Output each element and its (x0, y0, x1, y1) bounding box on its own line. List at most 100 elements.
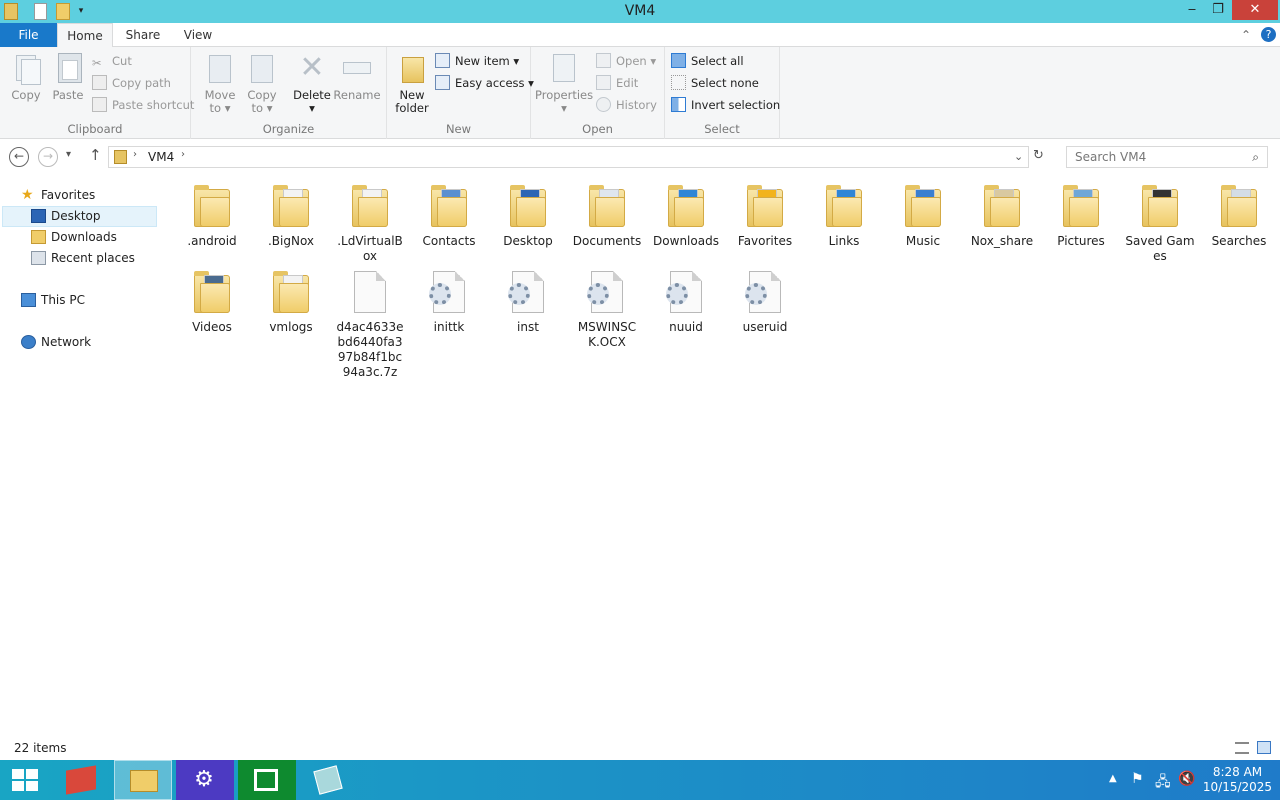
folder-item[interactable]: .android (173, 183, 251, 249)
action-center-flag-icon[interactable]: ⚑ (1131, 771, 1144, 787)
new-folder-button[interactable]: New folder (391, 51, 433, 115)
search-icon[interactable]: ⌕ (1252, 147, 1259, 167)
folder-item[interactable]: Links (805, 183, 883, 249)
select-none-button[interactable]: Select none (671, 73, 759, 93)
select-none-label: Select none (691, 76, 759, 90)
address-dropdown-icon[interactable]: ⌄ (1014, 150, 1023, 163)
nav-item-recent-places[interactable]: Recent places (31, 248, 135, 268)
folder-item[interactable]: vmlogs (252, 269, 330, 335)
folder-item[interactable]: Music (884, 183, 962, 249)
rename-button[interactable]: Rename (333, 51, 381, 102)
file-item[interactable]: d4ac4633ebd6440fa397b84f1bc94a3c.7z (331, 269, 409, 380)
copy-to-button[interactable]: Copy to ▾ (241, 51, 283, 115)
easy-access-button[interactable]: Easy access ▾ (435, 73, 534, 93)
volume-muted-icon[interactable]: 🔇 (1178, 771, 1195, 787)
folder-icon (506, 183, 550, 231)
taskbar-app-tray[interactable] (52, 760, 110, 800)
folder-item[interactable]: Desktop (489, 183, 567, 249)
copy-button[interactable]: Copy (6, 51, 46, 102)
properties-button[interactable]: Properties ▾ (535, 51, 593, 115)
tab-share[interactable]: Share (118, 23, 168, 48)
folder-item[interactable]: .LdVirtualBox (331, 183, 409, 264)
file-item[interactable]: inst (489, 269, 567, 335)
folder-item[interactable]: Videos (173, 269, 251, 335)
folder-icon (585, 183, 629, 231)
new-item-label: New item (455, 54, 510, 68)
forward-button[interactable]: → (38, 147, 58, 167)
copy-path-button[interactable]: Copy path (92, 73, 171, 93)
recent-places-icon (31, 251, 46, 265)
tab-home[interactable]: Home (57, 23, 113, 48)
file-item[interactable]: MSWINSCK.OCX (568, 269, 646, 350)
close-button[interactable]: ✕ (1232, 0, 1278, 20)
move-to-label: Move (204, 88, 236, 102)
select-all-button[interactable]: Select all (671, 51, 744, 71)
nav-item-favorites[interactable]: ★ Favorites (21, 185, 95, 205)
nav-item-desktop[interactable]: Desktop (31, 206, 101, 226)
nav-item-downloads[interactable]: Downloads (31, 227, 117, 247)
collapse-ribbon-icon[interactable]: ⌃ (1238, 23, 1254, 48)
taskbar-store[interactable] (238, 760, 296, 800)
folder-item[interactable]: Searches (1200, 183, 1278, 249)
tab-file[interactable]: File (0, 23, 57, 47)
file-item[interactable]: inittk (410, 269, 488, 335)
select-all-icon (671, 53, 686, 68)
history-label: History (616, 98, 657, 112)
file-item[interactable]: useruid (726, 269, 804, 335)
tab-view[interactable]: View (175, 23, 221, 48)
nav-item-network[interactable]: Network (21, 332, 91, 352)
network-status-icon[interactable]: 🖧 (1155, 771, 1171, 795)
folder-item[interactable]: Documents (568, 183, 646, 249)
config-file-icon (743, 269, 787, 317)
history-button[interactable]: History (596, 95, 657, 115)
file-icon (348, 269, 392, 317)
item-label: Saved Games (1125, 234, 1195, 263)
item-count: 22 items (14, 741, 67, 755)
taskbar-file-explorer[interactable] (114, 760, 172, 800)
paste-button[interactable]: Paste (48, 51, 88, 102)
back-button[interactable]: ← (9, 147, 29, 167)
breadcrumb-separator-icon[interactable]: › (133, 149, 137, 160)
clock[interactable]: 8:28 AM 10/15/2025 (1200, 765, 1275, 795)
paste-shortcut-button[interactable]: Paste shortcut (92, 95, 194, 115)
taskbar-notepad[interactable] (300, 760, 358, 800)
help-icon[interactable]: ? (1261, 27, 1276, 42)
start-button[interactable] (0, 760, 50, 800)
cut-button[interactable]: ✂ Cut (92, 51, 132, 71)
large-icons-view-icon[interactable] (1257, 741, 1271, 754)
folder-item[interactable]: Nox_share (963, 183, 1041, 249)
window-title: VM4 (624, 3, 656, 19)
organize-group: Move to ▾ Copy to ▾ ✕ Delete ▾ Rename Organ… (191, 47, 387, 139)
copy-to-label: Copy (247, 88, 277, 102)
open-group-label: Open (582, 122, 613, 136)
folder-item[interactable]: Contacts (410, 183, 488, 249)
new-item-button[interactable]: New item ▾ (435, 51, 519, 71)
folder-icon (822, 183, 866, 231)
paste-shortcut-icon (92, 97, 107, 112)
open-button[interactable]: Open ▾ (596, 51, 656, 71)
folder-item[interactable]: .BigNox (252, 183, 330, 249)
maximize-button[interactable]: ❐ (1203, 0, 1233, 20)
item-label: Downloads (653, 234, 719, 248)
invert-selection-label: Invert selection (691, 98, 781, 112)
taskbar-settings[interactable]: ⚙ (176, 760, 234, 800)
delete-button[interactable]: ✕ Delete ▾ (291, 51, 333, 115)
breadcrumb-vm4[interactable]: VM4 (148, 150, 174, 164)
search-input[interactable]: Search VM4 ⌕ (1066, 146, 1268, 168)
details-view-icon[interactable] (1235, 742, 1249, 754)
folder-item[interactable]: Saved Games (1121, 183, 1199, 264)
refresh-button[interactable]: ↻ (1033, 148, 1044, 163)
folder-item[interactable]: Favorites (726, 183, 804, 249)
nav-item-this-pc[interactable]: This PC (21, 290, 85, 310)
move-to-button[interactable]: Move to ▾ (199, 51, 241, 115)
folder-item[interactable]: Pictures (1042, 183, 1120, 249)
edit-button[interactable]: Edit (596, 73, 638, 93)
up-button[interactable]: ↑ (89, 146, 102, 164)
address-bar[interactable]: › VM4 › ⌄ (108, 146, 1029, 168)
show-hidden-icons-icon[interactable]: ▲ (1109, 773, 1117, 784)
breadcrumb-children-icon[interactable]: › (181, 149, 185, 160)
recent-locations-button[interactable]: ▾ (66, 149, 71, 160)
file-item[interactable]: nuuid (647, 269, 725, 335)
invert-selection-button[interactable]: Invert selection (671, 95, 780, 115)
folder-item[interactable]: Downloads (647, 183, 725, 249)
